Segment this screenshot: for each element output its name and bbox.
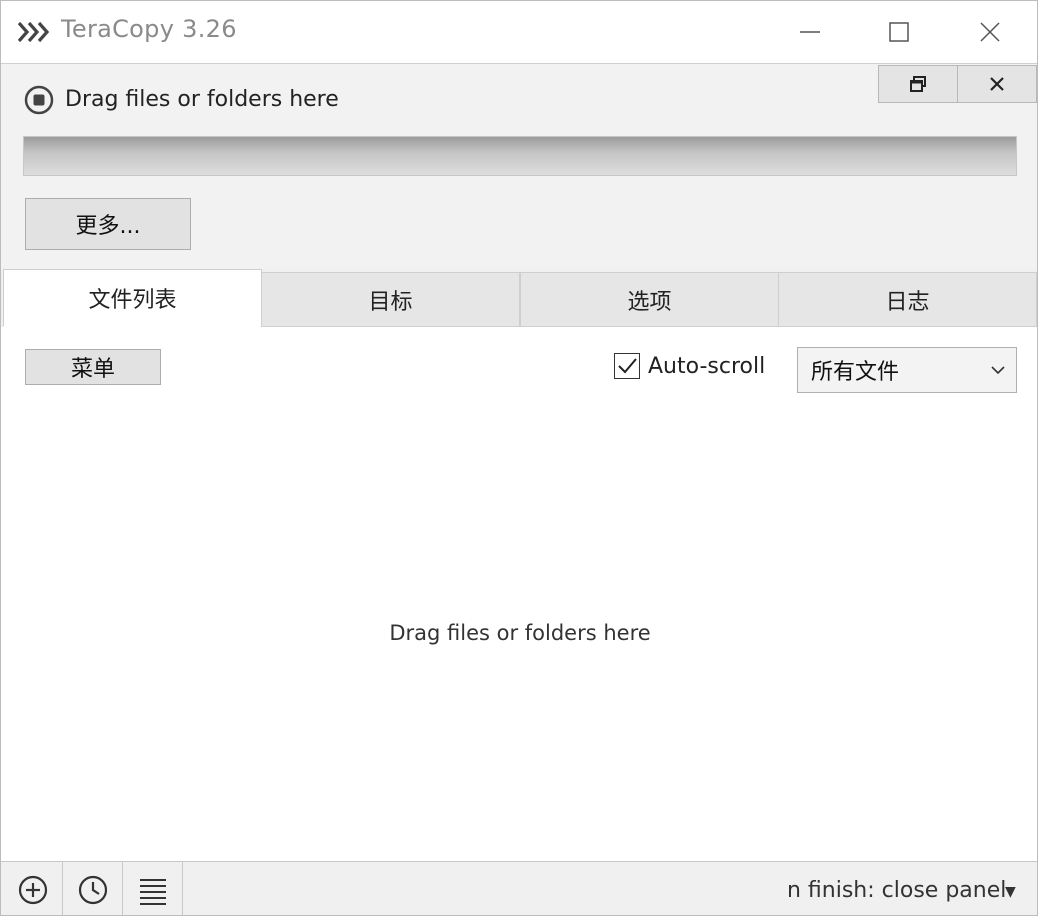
list-button[interactable] (123, 862, 183, 915)
progress-bar (23, 136, 1017, 176)
close-icon (990, 77, 1004, 91)
panel-close-button[interactable] (957, 65, 1037, 103)
on-finish-selector[interactable]: n finish: close panel (787, 878, 1006, 903)
tab-options[interactable]: 选项 (520, 272, 779, 327)
tab-file-list[interactable]: 文件列表 (3, 269, 262, 327)
autoscroll-label: Auto-scroll (648, 353, 766, 379)
minimize-button[interactable] (765, 1, 855, 63)
plus-circle-icon (18, 875, 47, 905)
file-list-panel: 菜单 Auto-scroll 所有文件 Drag files or folder… (1, 327, 1037, 861)
close-button[interactable] (945, 1, 1035, 63)
copy-panel: Drag files or folders here 更多... (1, 63, 1037, 269)
drop-hint: Drag files or folders here (389, 621, 651, 645)
tab-target[interactable]: 目标 (261, 272, 520, 327)
close-icon (980, 22, 1000, 42)
maximize-icon (889, 22, 909, 42)
maximize-button[interactable] (854, 1, 944, 63)
title-bar[interactable]: TeraCopy 3.26 (1, 1, 1037, 63)
chevron-down-icon (991, 366, 1005, 375)
minimize-icon (800, 31, 820, 33)
menu-button[interactable]: 菜单 (25, 349, 161, 385)
clock-icon (78, 875, 107, 905)
restore-icon (910, 76, 926, 92)
checkmark-icon (618, 358, 637, 374)
add-files-button[interactable] (3, 862, 63, 915)
history-button[interactable] (63, 862, 123, 915)
file-filter-select[interactable]: 所有文件 (797, 347, 1017, 393)
panel-restore-button[interactable] (878, 65, 958, 103)
stop-circle-icon (24, 85, 54, 115)
autoscroll-checkbox[interactable] (614, 353, 640, 379)
tab-log[interactable]: 日志 (778, 272, 1037, 327)
file-filter-value: 所有文件 (811, 360, 900, 385)
more-button[interactable]: 更多... (25, 198, 191, 250)
teracopy-chevrons-icon (17, 21, 50, 43)
chevron-down-icon[interactable]: ▼ (1005, 884, 1016, 900)
tab-bar: 文件列表 目标 选项 日志 (1, 269, 1037, 327)
window-title: TeraCopy 3.26 (61, 15, 237, 43)
list-icon (139, 879, 166, 905)
bottom-bar: n finish: close panel ▼ (1, 861, 1037, 915)
status-text: Drag files or folders here (65, 87, 339, 112)
autoscroll-toggle[interactable]: Auto-scroll (614, 353, 765, 379)
teracopy-window: TeraCopy 3.26 Drag files or folders here… (0, 0, 1038, 916)
